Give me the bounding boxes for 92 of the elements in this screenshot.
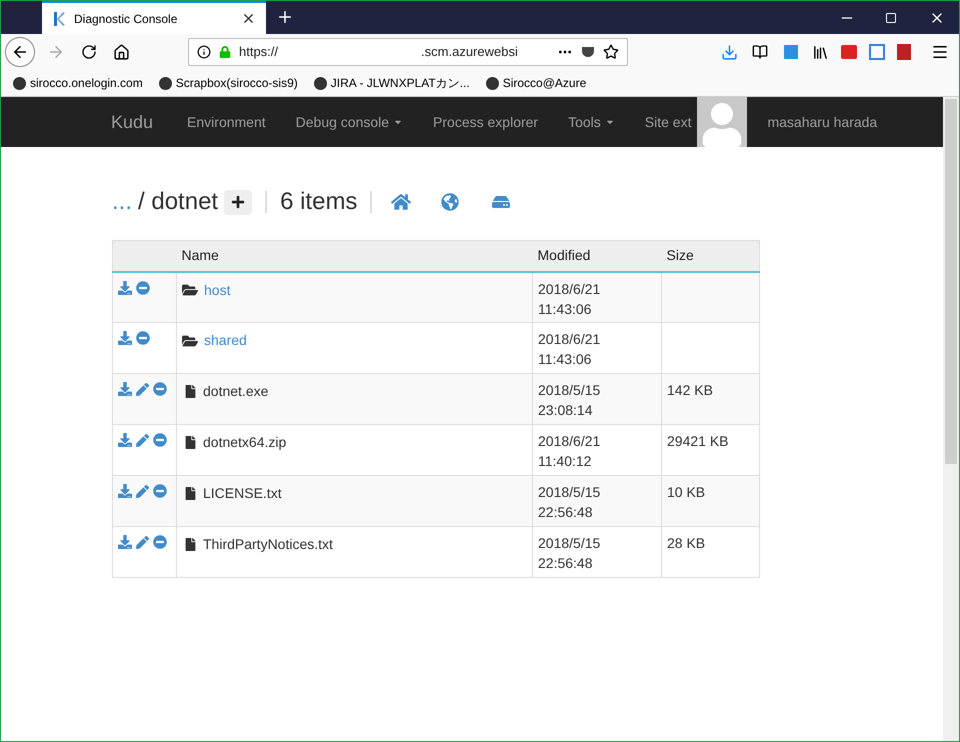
delete-icon[interactable] xyxy=(136,280,150,294)
reload-icon[interactable] xyxy=(81,44,97,60)
pencil-icon[interactable] xyxy=(136,536,149,548)
url-text: https:// xyxy=(239,43,278,62)
bookmark-link[interactable]: sirocco.onelogin.com xyxy=(13,74,143,92)
column-header: Modified xyxy=(532,240,662,272)
file-name: ThirdPartyNotices.txt xyxy=(203,535,333,554)
nav-link[interactable]: Site ext xyxy=(644,112,692,132)
file-icon xyxy=(184,385,197,398)
download-icon[interactable] xyxy=(118,484,132,498)
back-button[interactable] xyxy=(5,37,35,67)
file-icon xyxy=(184,436,197,449)
pencil-icon[interactable] xyxy=(136,434,149,446)
maximize-icon[interactable] xyxy=(885,12,897,24)
download-icon[interactable] xyxy=(118,331,132,345)
nav-link[interactable]: Environment xyxy=(187,112,266,132)
file-icon xyxy=(184,538,197,551)
close-icon[interactable] xyxy=(241,11,256,26)
plus-icon xyxy=(231,195,246,209)
address-bar[interactable]: https:// .scm.azurewebsi xyxy=(188,38,628,66)
user-name[interactable]: masaharu harada xyxy=(767,112,878,132)
url-text: .scm.azurewebsi xyxy=(421,43,519,62)
file-name: LICENSE.txt xyxy=(203,484,282,503)
globe-icon[interactable] xyxy=(441,193,460,211)
home-icon[interactable] xyxy=(113,44,130,60)
bookmark-icon xyxy=(158,76,172,90)
sidebar-icon[interactable] xyxy=(752,44,768,60)
nav-link[interactable]: Debug console xyxy=(296,112,404,132)
file-size: 10 KB xyxy=(667,484,706,500)
file-icon xyxy=(184,487,197,500)
download-icon[interactable] xyxy=(721,44,738,60)
folder-icon xyxy=(182,332,198,348)
file-name: dotnet.exe xyxy=(203,382,268,401)
delete-icon[interactable] xyxy=(153,433,167,447)
modified-time: 22:56:48 xyxy=(538,554,594,573)
download-icon[interactable] xyxy=(118,382,132,396)
info-icon[interactable] xyxy=(197,45,211,59)
extension-icon[interactable] xyxy=(869,44,885,60)
delete-icon[interactable] xyxy=(136,331,150,345)
drive-icon[interactable] xyxy=(492,193,510,211)
bookmark-icon xyxy=(13,76,26,90)
delete-icon[interactable] xyxy=(153,535,167,549)
column-header: Size xyxy=(662,240,760,272)
new-tab-icon[interactable] xyxy=(276,8,294,26)
bookmark-link[interactable]: Scrapbox(sirocco-sis9) xyxy=(158,74,298,92)
folder-link[interactable]: shared xyxy=(204,330,247,351)
folder-link[interactable]: host xyxy=(204,280,230,300)
modified-time: 22:56:48 xyxy=(538,503,594,522)
nav-link[interactable]: Process explorer xyxy=(433,112,538,132)
add-button[interactable] xyxy=(224,190,252,214)
forward-icon[interactable] xyxy=(47,43,65,61)
modified-date: 2018/6/21 xyxy=(538,280,602,298)
browser-tab[interactable]: Diagnostic Console xyxy=(42,1,266,34)
download-icon[interactable] xyxy=(118,433,132,447)
menu-icon[interactable] xyxy=(931,43,949,61)
kudu-logo-icon xyxy=(52,10,66,26)
modified-time: 23:08:14 xyxy=(538,401,594,420)
library-icon[interactable] xyxy=(812,44,829,60)
delete-icon[interactable] xyxy=(153,484,167,498)
lock-icon xyxy=(219,46,231,58)
parent-link[interactable]: ... xyxy=(112,184,132,220)
file-size: 29421 KB xyxy=(667,433,728,449)
kudu-logo[interactable]: Kudu xyxy=(111,108,154,136)
column-header: Name xyxy=(176,240,532,272)
pencil-icon[interactable] xyxy=(136,382,149,396)
pencil-icon[interactable] xyxy=(136,484,149,498)
bookmark-link[interactable]: JIRA - JLWNXPLATカン... xyxy=(314,74,470,92)
modified-date: 2018/5/15 xyxy=(538,483,602,502)
file-size: 28 KB xyxy=(667,535,706,551)
delete-icon[interactable] xyxy=(153,382,167,396)
download-icon[interactable] xyxy=(118,280,132,294)
modified-date: 2018/5/15 xyxy=(538,534,602,553)
modified-date: 2018/6/21 xyxy=(538,330,602,349)
file-name: dotnetx64.zip xyxy=(203,433,286,452)
modified-time: 11:43:06 xyxy=(538,300,592,318)
modified-date: 2018/6/21 xyxy=(538,432,602,451)
modified-time: 11:43:06 xyxy=(538,350,592,369)
bookmark-icon xyxy=(314,76,327,90)
folder-path: / dotnet xyxy=(138,187,218,217)
bookmark-link[interactable]: Sirocco@Azure xyxy=(486,74,586,92)
bookmark-icon xyxy=(486,76,499,90)
folder-icon xyxy=(182,282,198,298)
pocket-icon[interactable] xyxy=(581,45,595,59)
modified-time: 11:40:12 xyxy=(538,452,592,471)
header-cell xyxy=(112,240,176,272)
file-size: 142 KB xyxy=(667,382,713,398)
nav-link[interactable]: Tools xyxy=(568,112,615,132)
star-icon[interactable] xyxy=(603,44,619,60)
item-count: 6 items xyxy=(280,187,358,217)
tab-title: Diagnostic Console xyxy=(74,10,178,28)
modified-date: 2018/5/15 xyxy=(538,381,602,400)
download-icon[interactable] xyxy=(118,535,132,549)
